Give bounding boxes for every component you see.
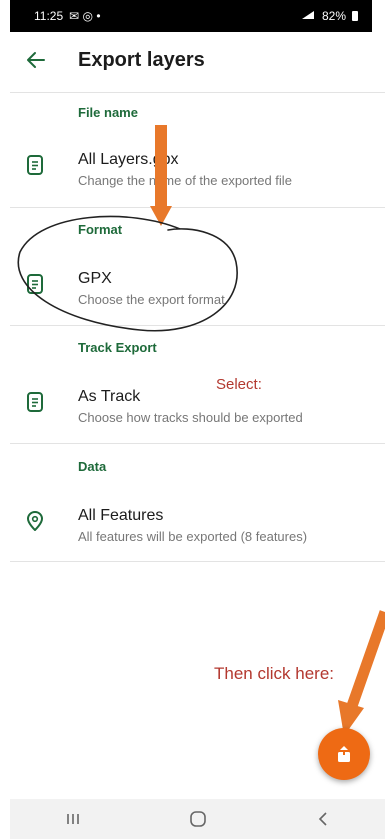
track-export-setting[interactable]: As Track Choose how tracks should be exp… bbox=[10, 380, 385, 440]
format-description: Choose the export format bbox=[78, 292, 225, 307]
back-button[interactable] bbox=[22, 46, 50, 74]
section-label-format: Format bbox=[78, 222, 123, 237]
data-setting[interactable]: All Features All features will be export… bbox=[10, 499, 385, 559]
export-fab-button[interactable] bbox=[318, 728, 370, 780]
file-name-description: Change the name of the exported file bbox=[78, 173, 292, 188]
recent-apps-icon bbox=[66, 814, 79, 824]
file-icon bbox=[27, 392, 43, 412]
file-name-setting[interactable]: All Layers.gpx Change the name of the ex… bbox=[10, 143, 385, 203]
battery-icon bbox=[352, 11, 358, 21]
status-time: 11:25 bbox=[34, 9, 64, 23]
system-navigation-bar bbox=[10, 799, 385, 839]
divider bbox=[10, 325, 385, 326]
section-label-data: Data bbox=[78, 459, 107, 474]
home-icon bbox=[189, 811, 206, 827]
arrow-left-icon bbox=[27, 52, 45, 68]
battery-percent: 82% bbox=[321, 9, 346, 23]
signal-icon bbox=[300, 9, 316, 24]
format-setting[interactable]: GPX Choose the export format bbox=[10, 262, 385, 322]
annotation-click-text: Then click here: bbox=[214, 664, 334, 683]
track-export-description: Choose how tracks should be exported bbox=[78, 410, 303, 425]
app-header: Export layers bbox=[0, 32, 385, 92]
share-export-icon bbox=[338, 746, 350, 762]
section-label-track-export: Track Export bbox=[78, 340, 157, 355]
notification-icons: ✉ ◎ • bbox=[69, 9, 101, 23]
section-label-file-name: File name bbox=[78, 105, 138, 120]
annotation-select-text: Select: bbox=[216, 376, 262, 393]
status-bar: 11:25 ✉ ◎ • 82% bbox=[10, 0, 372, 32]
format-value: GPX bbox=[78, 270, 112, 287]
back-nav-button[interactable] bbox=[303, 804, 343, 834]
recent-apps-button[interactable] bbox=[53, 804, 93, 834]
chevron-left-icon bbox=[318, 812, 327, 826]
location-pin-icon bbox=[26, 511, 44, 531]
page-title: Export layers bbox=[78, 49, 205, 71]
file-icon bbox=[27, 155, 43, 175]
data-description: All features will be exported (8 feature… bbox=[78, 529, 308, 544]
track-export-value: As Track bbox=[78, 388, 141, 405]
data-value: All Features bbox=[78, 507, 164, 524]
file-name-value: All Layers.gpx bbox=[78, 151, 179, 168]
divider bbox=[10, 561, 385, 562]
divider bbox=[10, 207, 385, 208]
divider bbox=[10, 443, 385, 444]
arrow-diagonal-icon bbox=[338, 610, 385, 736]
divider bbox=[10, 92, 385, 93]
home-button[interactable] bbox=[178, 804, 218, 834]
file-icon bbox=[27, 274, 43, 294]
